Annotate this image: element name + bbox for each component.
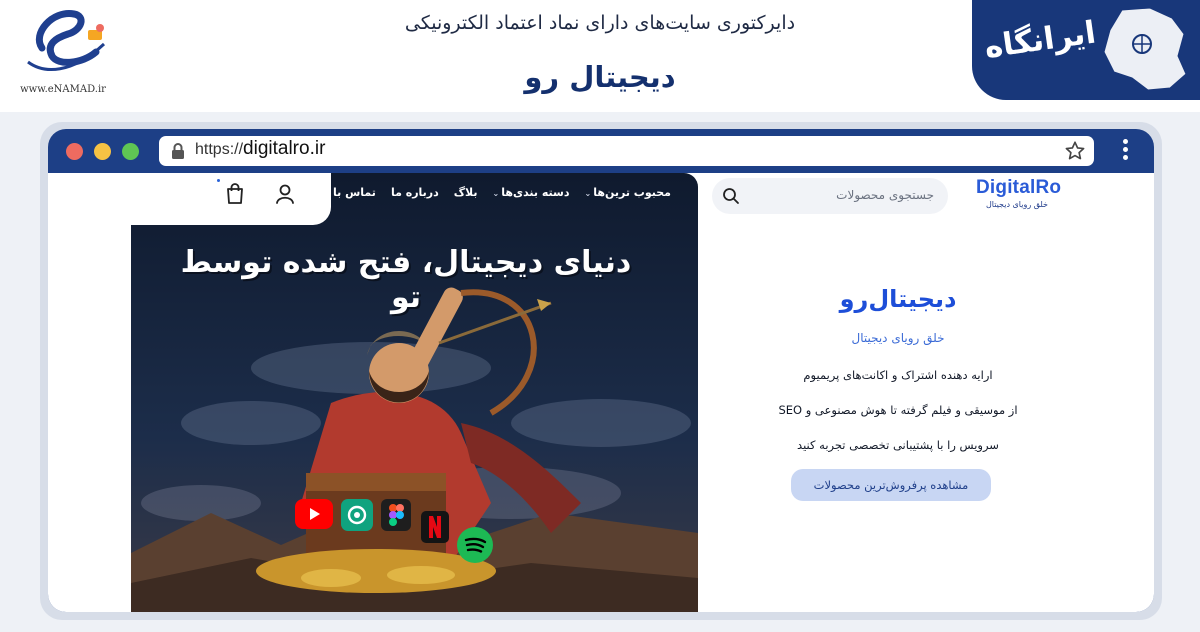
page-viewport: محبوب ترین‌ها⌄ دسته بندی‌ها⌄ بلاگ درباره… bbox=[48, 173, 1154, 612]
brand-tagline: خلق رویای دیجیتال bbox=[985, 200, 1049, 209]
nav-item-contact[interactable]: تماس با ما bbox=[318, 186, 376, 199]
brand-logo[interactable]: DigitalRo خلق رویای دیجیتال bbox=[976, 177, 1062, 215]
intro-line-2: از موسیقی و فیلم گرفته تا هوش مصنوعی و S… bbox=[778, 403, 1018, 417]
nav-item-popular[interactable]: محبوب ترین‌ها⌄ bbox=[585, 186, 671, 199]
search-placeholder: جستجوی محصولات bbox=[836, 188, 934, 202]
site-title: دیجیتال رو bbox=[524, 60, 676, 94]
nav-item-blog[interactable]: بلاگ bbox=[454, 186, 478, 199]
user-icon[interactable] bbox=[275, 183, 295, 205]
window-close-button[interactable] bbox=[66, 143, 83, 160]
kebab-menu-icon[interactable] bbox=[1115, 139, 1135, 165]
search-icon[interactable] bbox=[722, 187, 740, 205]
window-minimize-button[interactable] bbox=[94, 143, 111, 160]
chatgpt-icon bbox=[341, 499, 373, 531]
cart-icon[interactable] bbox=[225, 183, 245, 205]
status-dot bbox=[217, 179, 220, 182]
window-maximize-button[interactable] bbox=[122, 143, 139, 160]
header-tab-notch bbox=[131, 173, 331, 225]
figma-icon bbox=[381, 499, 411, 531]
hero-headline: دنیای دیجیتال، فتح شده توسط تو bbox=[180, 245, 633, 315]
nav-item-about[interactable]: درباره ما bbox=[391, 186, 439, 199]
top-banner: www.eNAMAD.ir دایرکتوری سایت‌های دارای ن… bbox=[0, 0, 1200, 112]
intro-title: دیجیتال‌رو bbox=[839, 285, 957, 313]
url-protocol: https:// bbox=[195, 141, 244, 158]
address-bar[interactable]: https://digitalro.ir bbox=[159, 136, 1094, 166]
irangah-logo[interactable]: ایرانگاه bbox=[972, 0, 1200, 100]
enamad-emblem-icon bbox=[27, 10, 106, 71]
netflix-icon bbox=[421, 511, 449, 543]
chevron-down-icon: ⌄ bbox=[584, 189, 592, 198]
hero-illustration bbox=[131, 173, 698, 612]
youtube-icon bbox=[295, 499, 333, 529]
bestsellers-button[interactable]: مشاهده پرفروش‌ترین محصولات bbox=[791, 469, 991, 501]
lock-icon bbox=[172, 143, 184, 159]
spotify-icon bbox=[457, 527, 493, 563]
search-input[interactable]: جستجوی محصولات bbox=[712, 178, 948, 214]
intro-line-1: ارایه دهنده اشتراک و اکانت‌های پریمیوم bbox=[803, 368, 993, 382]
main-nav: محبوب ترین‌ها⌄ دسته بندی‌ها⌄ بلاگ درباره… bbox=[318, 186, 671, 199]
enamad-logo[interactable]: www.eNAMAD.ir bbox=[8, 4, 118, 100]
star-icon[interactable] bbox=[1064, 140, 1086, 162]
browser-window: https://digitalro.ir bbox=[48, 129, 1154, 612]
intro-subtitle: خلق رویای دیجیتال bbox=[851, 331, 945, 345]
brand-name: DigitalRo bbox=[976, 177, 1062, 198]
chevron-down-icon: ⌄ bbox=[492, 189, 500, 198]
enamad-url-text: www.eNAMAD.ir bbox=[20, 84, 106, 95]
intro-line-3: سرویس را با پشتیبانی تخصصی تجربه کنید bbox=[797, 438, 999, 452]
url-domain: digitalro.ir bbox=[243, 138, 326, 159]
url-text: https://digitalro.ir bbox=[195, 138, 325, 160]
nav-item-categories[interactable]: دسته بندی‌ها⌄ bbox=[493, 186, 570, 199]
hero-banner: محبوب ترین‌ها⌄ دسته بندی‌ها⌄ بلاگ درباره… bbox=[131, 173, 698, 612]
directory-title: دایرکتوری سایت‌های دارای نماد اعتماد الک… bbox=[404, 12, 796, 34]
